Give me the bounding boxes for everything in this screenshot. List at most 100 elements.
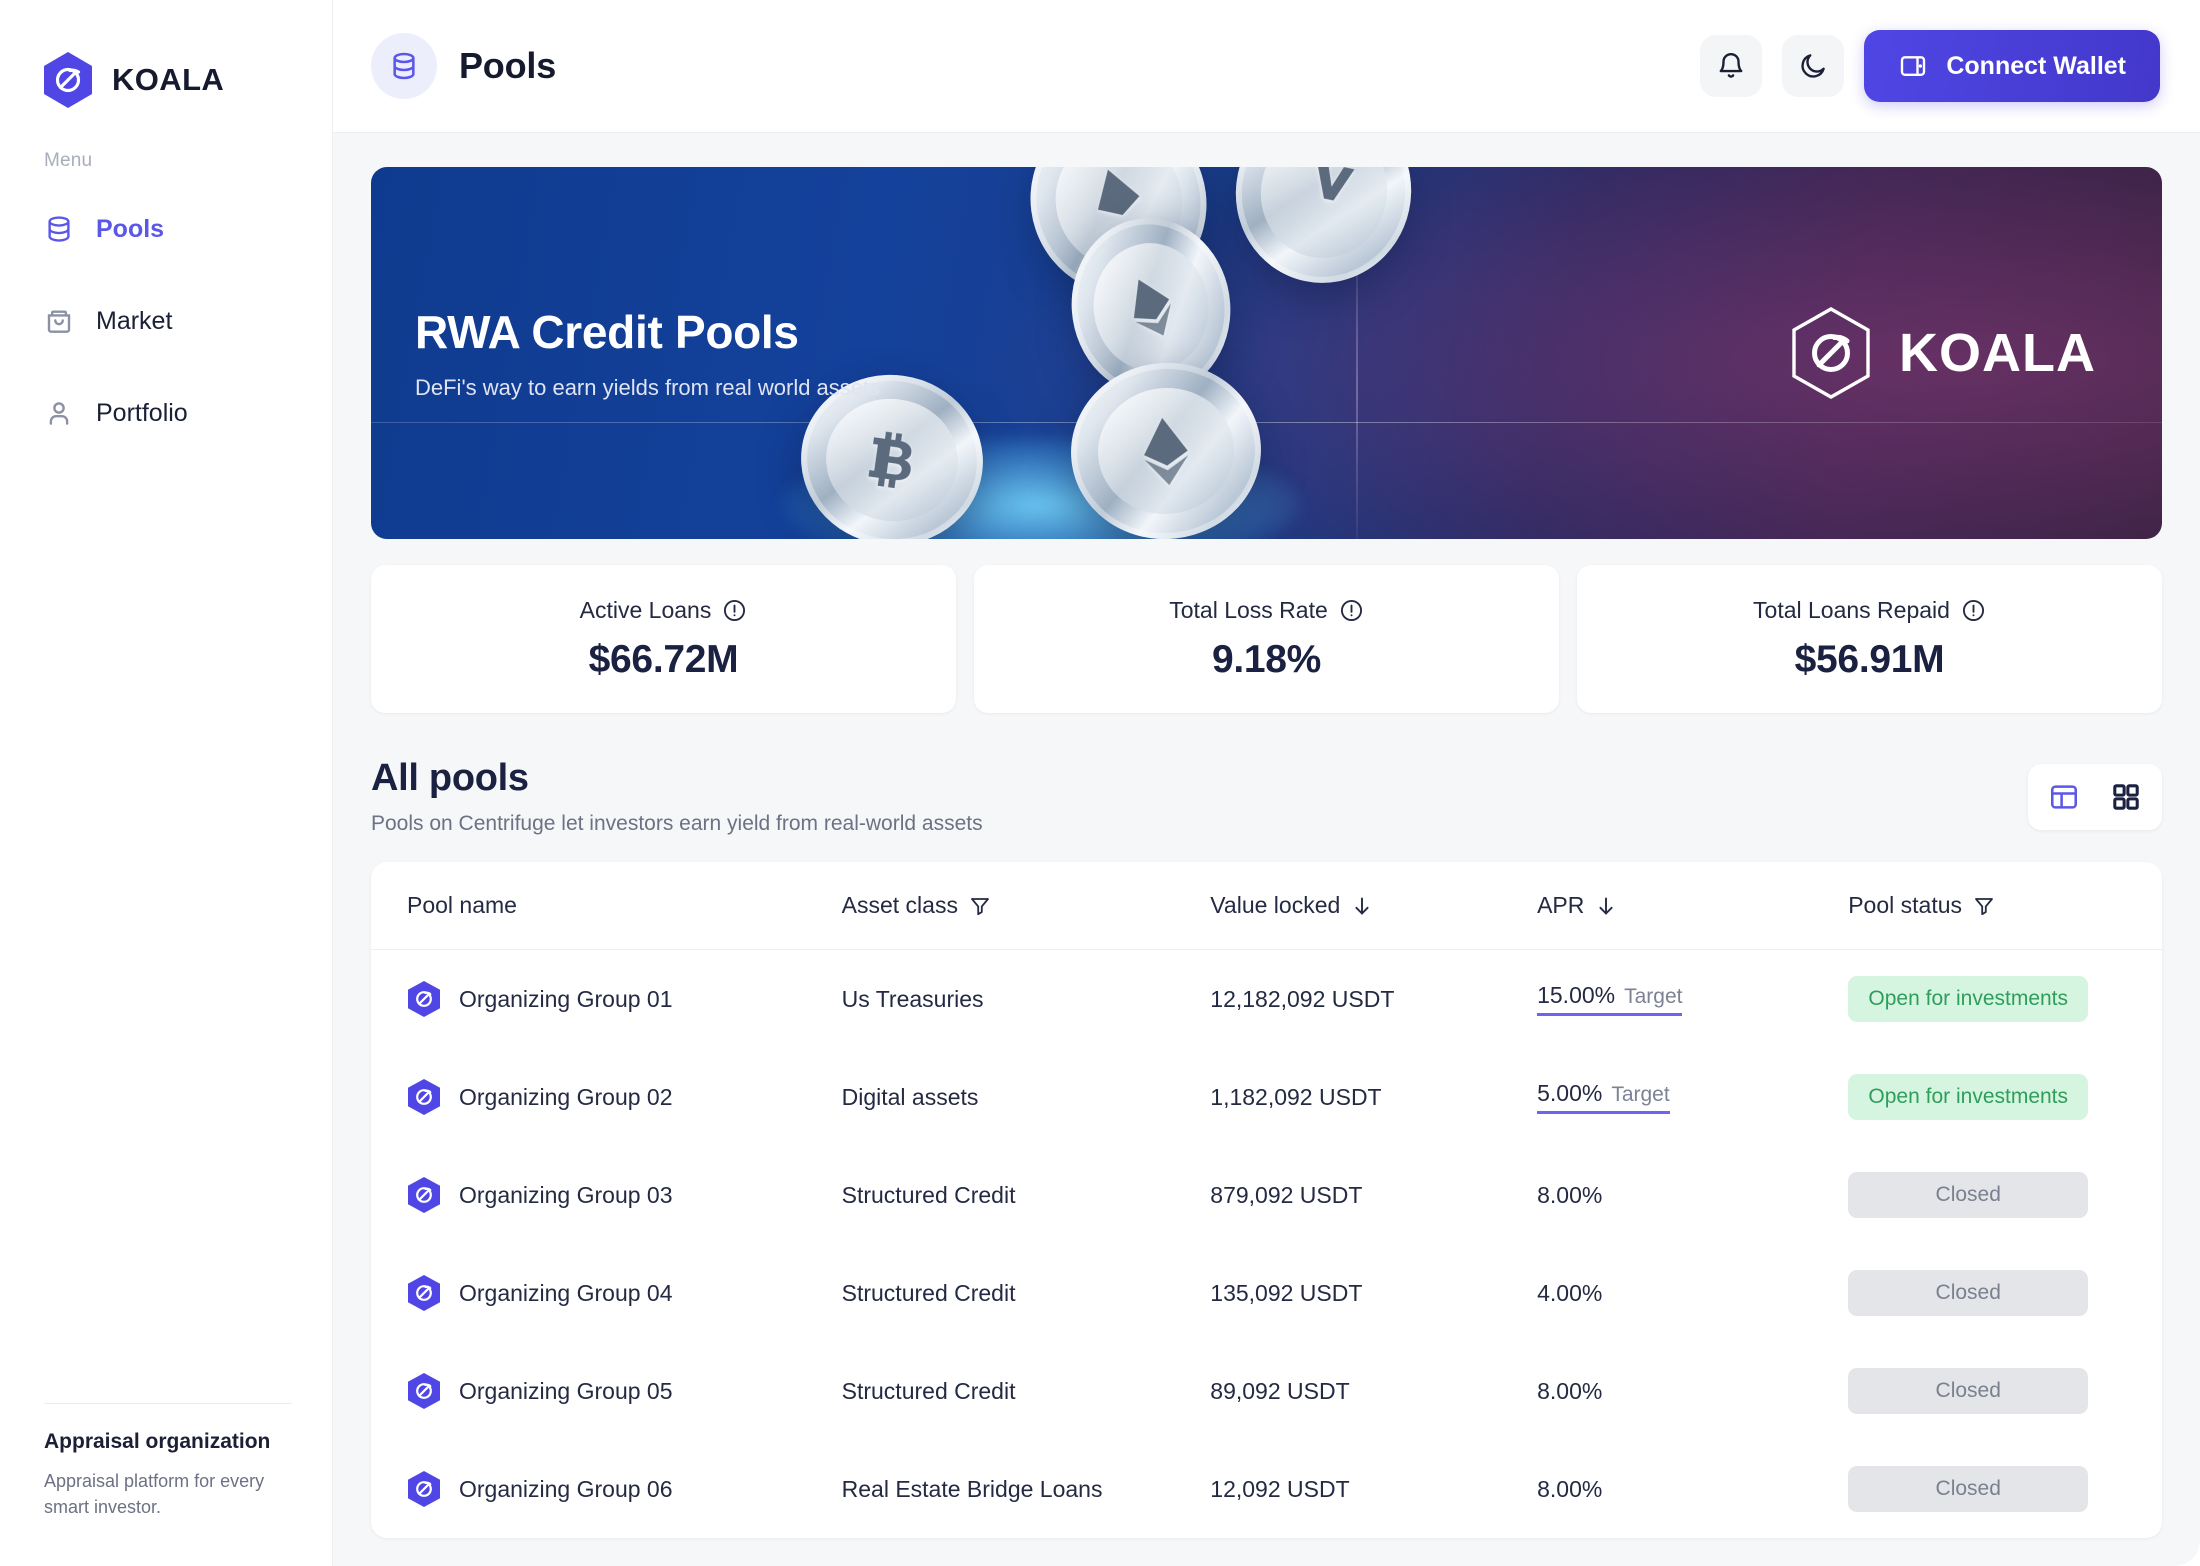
database-icon bbox=[393, 52, 415, 80]
column-header-pool-name[interactable]: Pool name bbox=[371, 862, 842, 950]
moon-icon bbox=[1801, 54, 1826, 78]
shopping-bag-icon bbox=[47, 310, 71, 333]
filter-icon[interactable] bbox=[968, 894, 992, 918]
status-badge: Closed bbox=[1848, 1466, 2089, 1512]
table-row[interactable]: Organizing Group 05 Structured Credit 89… bbox=[371, 1342, 2162, 1440]
hero-brand-name: KOALA bbox=[1899, 323, 2096, 383]
arrow-down-icon[interactable] bbox=[1594, 894, 1618, 918]
page-section-title: All pools bbox=[371, 757, 529, 799]
cell-pool-status: Closed bbox=[1848, 1440, 2162, 1538]
table-row[interactable]: Organizing Group 06 Real Estate Bridge L… bbox=[371, 1440, 2162, 1538]
cell-pool-name[interactable]: Organizing Group 04 bbox=[371, 1244, 842, 1342]
apr-number: 8.00% bbox=[1537, 1181, 1603, 1208]
cell-apr: 8.00% bbox=[1537, 1342, 1848, 1440]
brand-logo[interactable]: KOALA bbox=[0, 0, 332, 112]
connect-wallet-label: Connect Wallet bbox=[1946, 51, 2126, 80]
status-badge: Open for investments bbox=[1848, 1074, 2089, 1120]
divider bbox=[44, 1402, 292, 1404]
theme-toggle-button[interactable] bbox=[1782, 35, 1845, 97]
koala-hex-logo-icon bbox=[44, 52, 92, 108]
stat-card-total-loans-repaid: Total Loans Repaid $56.91M bbox=[1577, 565, 2162, 713]
sidebar-item-market[interactable]: Market bbox=[0, 288, 332, 354]
pool-cell: Organizing Group 06 bbox=[407, 1470, 842, 1508]
cell-value-locked: 89,092 USDT bbox=[1210, 1377, 1350, 1404]
cell-pool-name[interactable]: Organizing Group 06 bbox=[371, 1440, 842, 1538]
stats-row: Active Loans $66.72M Total Loss Rate 9.1… bbox=[371, 565, 2162, 713]
brand-name: KOALA bbox=[112, 62, 225, 97]
cell-value-locked: 135,092 USDT bbox=[1210, 1279, 1363, 1306]
cell-asset-class: Us Treasuries bbox=[841, 985, 984, 1012]
stat-label-group: Total Loss Rate bbox=[1169, 597, 1364, 624]
grid-icon bbox=[2113, 783, 2139, 810]
table-header-row: Pool name Asset class Value locked APR P… bbox=[371, 862, 2162, 950]
cell-pool-name[interactable]: Organizing Group 01 bbox=[371, 950, 842, 1049]
apr-number: 4.00% bbox=[1537, 1279, 1603, 1306]
wallet-icon bbox=[1901, 56, 1926, 76]
sidebar-item-pools[interactable]: Pools bbox=[0, 196, 332, 262]
column-header-asset-class[interactable]: Asset class bbox=[841, 862, 1211, 950]
apr-number: 8.00% bbox=[1537, 1377, 1603, 1404]
stat-label-group: Active Loans bbox=[580, 597, 748, 624]
stat-value: $66.72M bbox=[588, 637, 739, 681]
sidebar-footer: Appraisal organization Appraisal platfor… bbox=[0, 1402, 332, 1566]
cell-pool-name[interactable]: Organizing Group 02 bbox=[371, 1048, 842, 1146]
apr-target-label: Target bbox=[1624, 985, 1683, 1009]
topbar-actions: Connect Wallet bbox=[1700, 30, 2160, 102]
cell-pool-status: Open for investments bbox=[1848, 950, 2162, 1049]
column-header-apr[interactable]: APR bbox=[1537, 862, 1849, 950]
hero-brand-logo: KOALA bbox=[1789, 306, 2096, 400]
table-row[interactable]: Organizing Group 03 Structured Credit 87… bbox=[371, 1146, 2162, 1244]
menu-section-label: Menu bbox=[44, 150, 93, 171]
info-circle-icon[interactable] bbox=[1339, 598, 1364, 623]
cell-pool-status: Open for investments bbox=[1848, 1048, 2162, 1146]
stat-value: $56.91M bbox=[1794, 637, 1945, 681]
apr-target-value[interactable]: 5.00% Target bbox=[1537, 1081, 1670, 1114]
column-header-pool-status[interactable]: Pool status bbox=[1848, 862, 2162, 950]
sidebar: KOALA Menu Pools Market Portfolio Apprai… bbox=[0, 0, 333, 1566]
cell-apr: 8.00% bbox=[1537, 1146, 1848, 1244]
table-row[interactable]: Organizing Group 02 Digital assets 1,182… bbox=[371, 1048, 2162, 1146]
column-header-value-locked[interactable]: Value locked bbox=[1210, 862, 1538, 950]
stat-card-active-loans: Active Loans $66.72M bbox=[371, 565, 956, 713]
cell-pool-name[interactable]: Organizing Group 03 bbox=[371, 1146, 842, 1244]
sidebar-item-portfolio[interactable]: Portfolio bbox=[0, 380, 332, 446]
pools-table: Pool name Asset class Value locked APR P… bbox=[371, 862, 2162, 1538]
pool-logo-icon bbox=[408, 1373, 440, 1409]
grid-view-button[interactable] bbox=[2097, 771, 2155, 823]
cell-apr: 5.00% Target bbox=[1537, 1048, 1848, 1146]
info-circle-icon[interactable] bbox=[722, 598, 747, 623]
page-title-icon-badge bbox=[371, 33, 437, 99]
pool-logo-icon bbox=[408, 1079, 440, 1115]
pool-cell: Organizing Group 03 bbox=[407, 1176, 842, 1214]
cell-pool-name[interactable]: Organizing Group 05 bbox=[371, 1342, 842, 1440]
column-label: Asset class bbox=[841, 892, 958, 918]
column-label: Pool status bbox=[1848, 892, 1963, 918]
pool-cell: Organizing Group 02 bbox=[407, 1078, 842, 1116]
pool-name: Organizing Group 05 bbox=[459, 1377, 673, 1404]
status-badge: Open for investments bbox=[1848, 976, 2089, 1022]
cell-value-locked: 12,182,092 USDT bbox=[1210, 985, 1395, 1012]
table-row[interactable]: Organizing Group 04 Structured Credit 13… bbox=[371, 1244, 2162, 1342]
sidebar-item-label: Market bbox=[96, 306, 173, 335]
pool-cell: Organizing Group 05 bbox=[407, 1372, 842, 1410]
cell-asset-class: Structured Credit bbox=[841, 1377, 1016, 1404]
info-circle-icon[interactable] bbox=[1961, 598, 1986, 623]
connect-wallet-button[interactable]: Connect Wallet bbox=[1864, 30, 2160, 102]
table-row[interactable]: Organizing Group 01 Us Treasuries 12,182… bbox=[371, 950, 2162, 1049]
arrow-down-icon[interactable] bbox=[1350, 894, 1374, 918]
apr-target-value[interactable]: 15.00% Target bbox=[1537, 983, 1683, 1016]
pool-logo-icon bbox=[408, 981, 440, 1017]
footer-title: Appraisal organization bbox=[44, 1429, 271, 1453]
filter-icon[interactable] bbox=[1972, 894, 1996, 918]
stat-label: Total Loss Rate bbox=[1169, 596, 1328, 623]
hero-banner: RWA Credit Pools DeFi's way to earn yiel… bbox=[371, 167, 2162, 539]
section-header-text: All pools Pools on Centrifuge let invest… bbox=[371, 757, 983, 836]
pool-cell: Organizing Group 01 bbox=[407, 980, 842, 1018]
database-icon bbox=[48, 216, 70, 242]
list-view-button[interactable] bbox=[2035, 771, 2093, 823]
column-label: Pool name bbox=[407, 892, 517, 918]
cell-pool-status: Closed bbox=[1848, 1244, 2162, 1342]
notifications-button[interactable] bbox=[1700, 35, 1763, 97]
cell-asset-class: Digital assets bbox=[841, 1083, 979, 1110]
stat-label: Active Loans bbox=[579, 596, 712, 623]
